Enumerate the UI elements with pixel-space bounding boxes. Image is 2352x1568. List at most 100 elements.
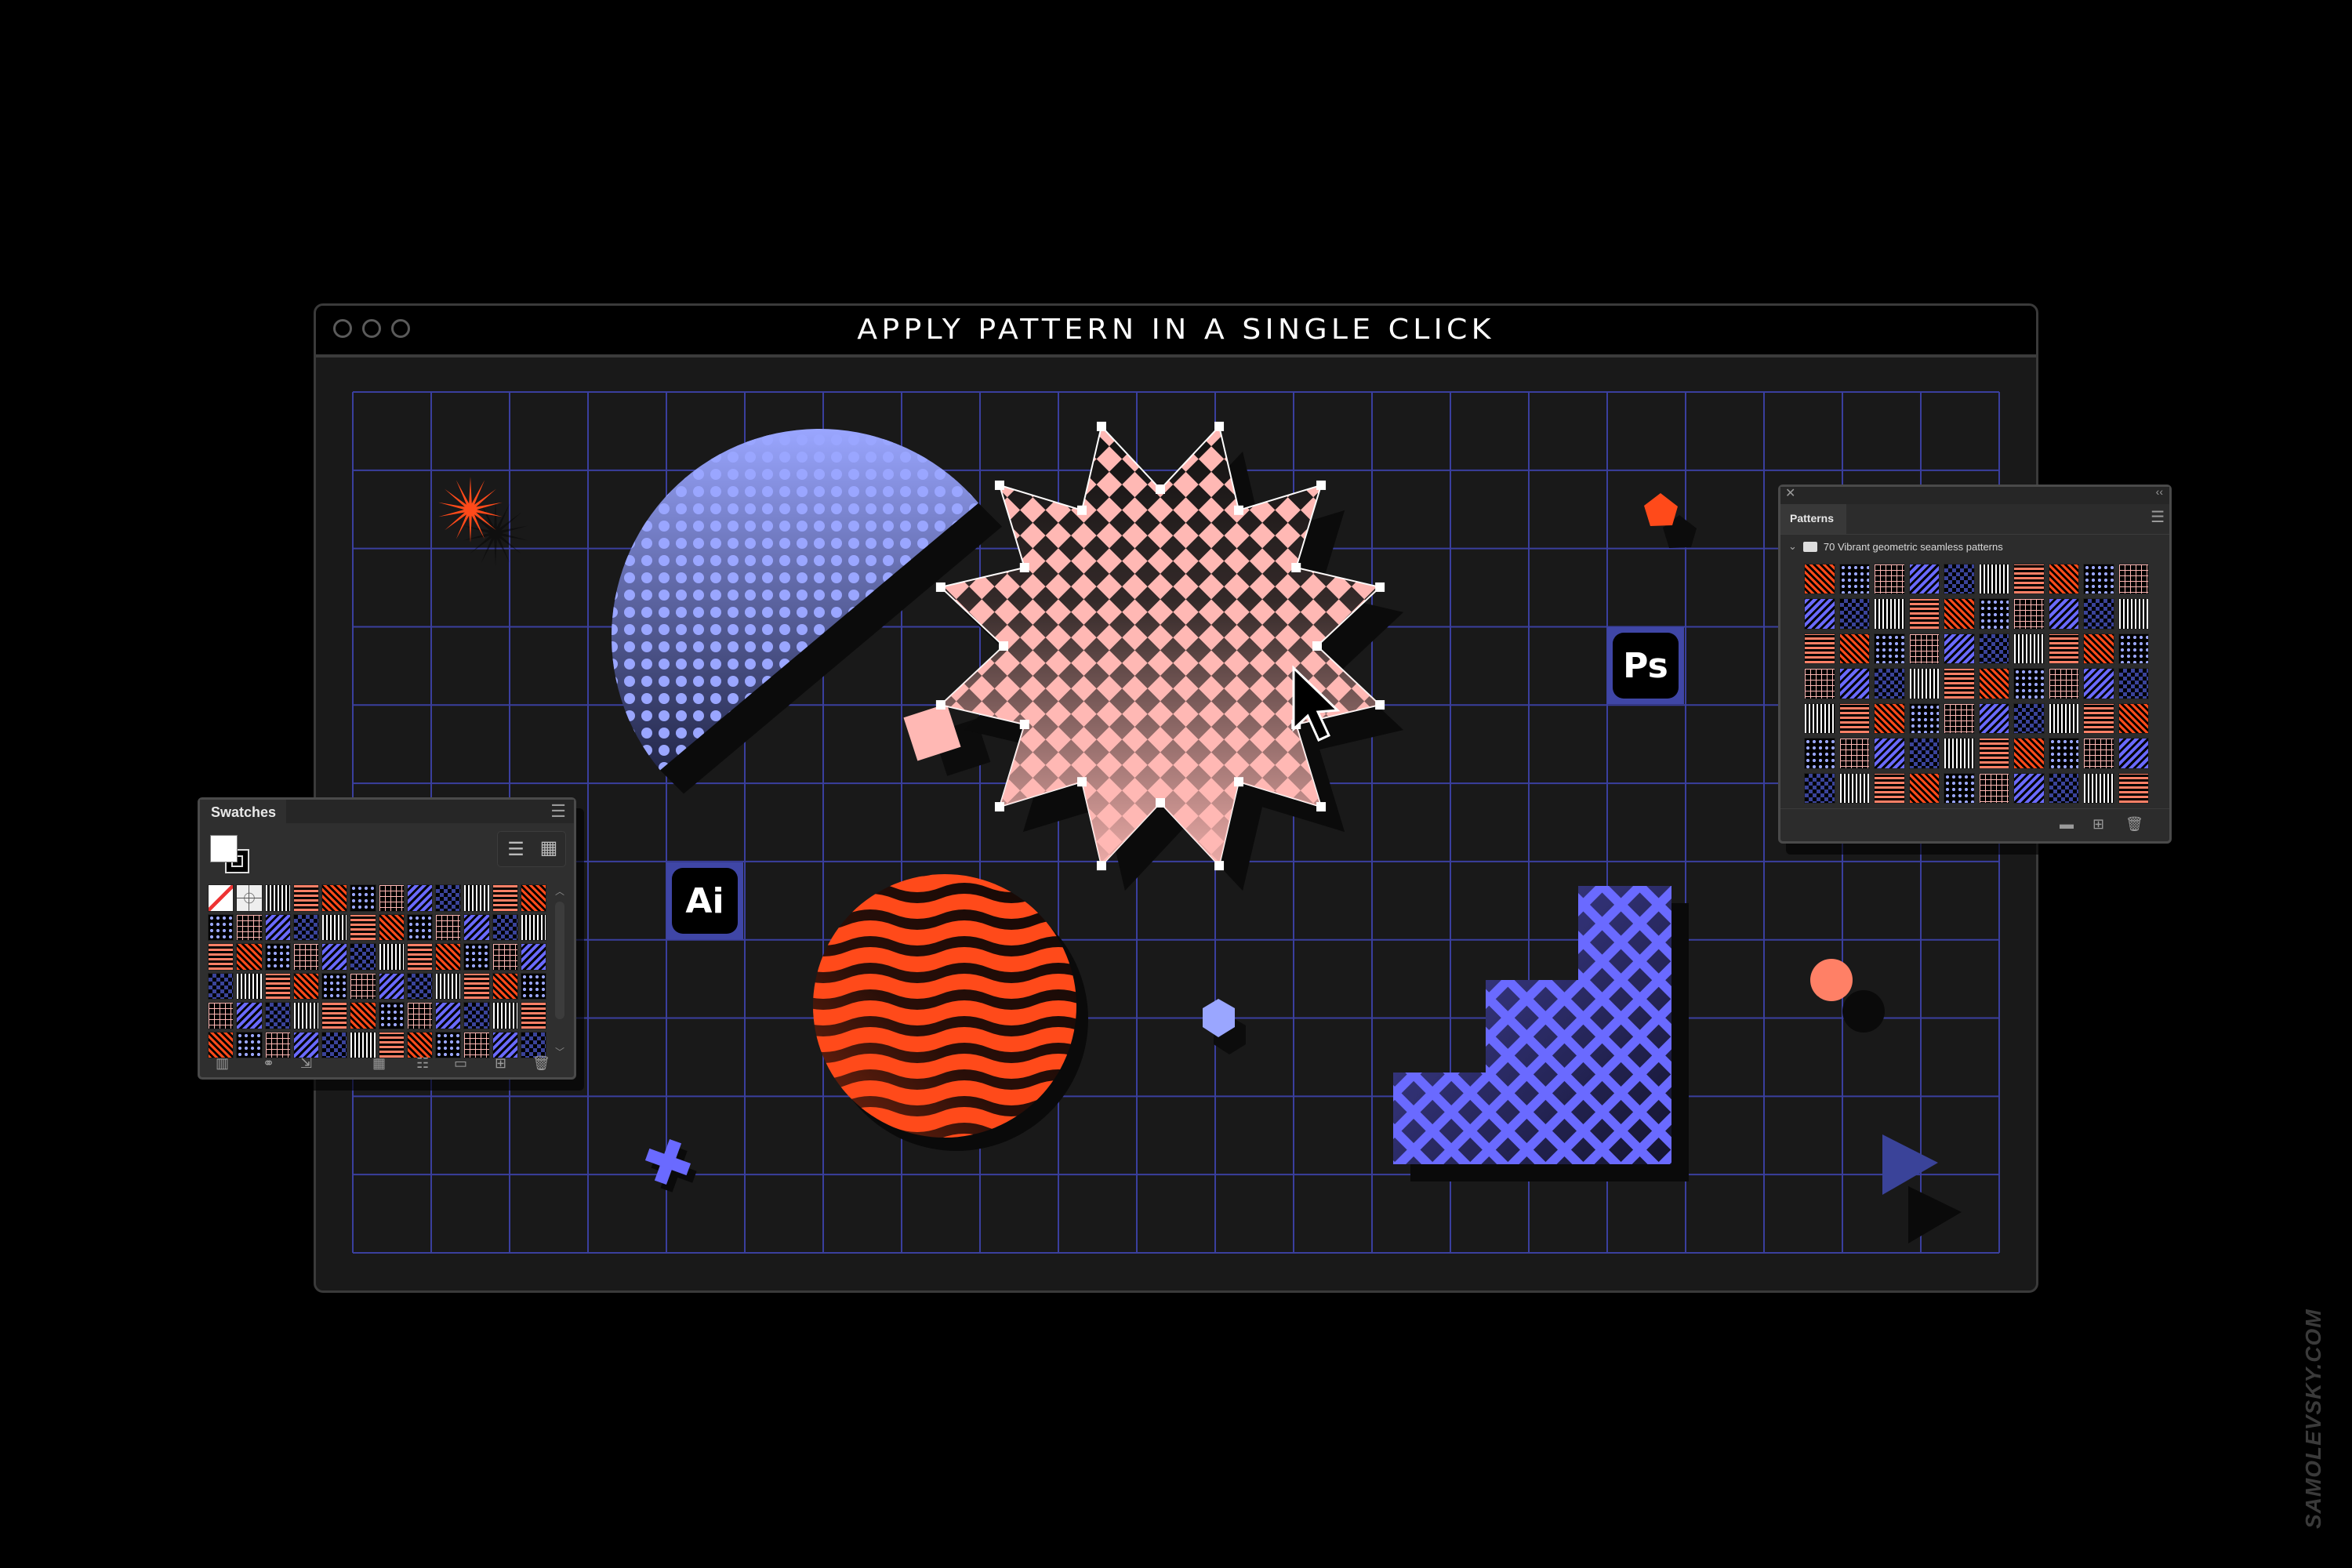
- swatch-tile[interactable]: [378, 1002, 405, 1029]
- swatch-tile[interactable]: [520, 884, 546, 912]
- swatch-tile[interactable]: [350, 1002, 376, 1029]
- swatch-tile[interactable]: [321, 884, 348, 912]
- swatch-tile[interactable]: [406, 943, 433, 971]
- swatch-none[interactable]: [208, 884, 234, 912]
- fill-color-box[interactable]: [210, 835, 238, 862]
- swatch-tile[interactable]: [463, 943, 490, 971]
- swatch-tile[interactable]: [264, 913, 291, 941]
- pattern-tile[interactable]: [2013, 633, 2045, 665]
- swatch-tile[interactable]: [463, 972, 490, 1000]
- swatch-tile[interactable]: [378, 972, 405, 1000]
- pattern-tile[interactable]: [1804, 738, 1835, 769]
- triangle-shape[interactable]: [1882, 1134, 1962, 1243]
- swatch-tile[interactable]: [292, 943, 319, 971]
- pattern-tile[interactable]: [2118, 668, 2149, 699]
- pattern-tile[interactable]: [1838, 738, 1870, 769]
- wave-circle-shape[interactable]: [813, 874, 1088, 1151]
- swatch-options-icon[interactable]: ☷: [416, 1055, 429, 1072]
- swatch-tile[interactable]: [463, 913, 490, 941]
- dot-shape[interactable]: [1810, 959, 1885, 1033]
- pattern-tile[interactable]: [2083, 702, 2114, 735]
- photoshop-badge[interactable]: Ps: [1607, 627, 1684, 704]
- pattern-tile[interactable]: [1874, 633, 1905, 665]
- pattern-tile[interactable]: [2048, 738, 2079, 769]
- pattern-tile[interactable]: [1804, 598, 1835, 630]
- swatch-tile[interactable]: [236, 943, 263, 971]
- anchor-handle[interactable]: [1096, 861, 1106, 871]
- pattern-tile[interactable]: [2048, 772, 2079, 804]
- swatch-tile[interactable]: [406, 1002, 433, 1029]
- panel-menu-icon[interactable]: ☰: [2151, 507, 2165, 527]
- pattern-tile[interactable]: [2118, 702, 2149, 735]
- swatch-tile[interactable]: [406, 884, 433, 912]
- swatch-tile[interactable]: [208, 943, 234, 971]
- swatch-tile[interactable]: [463, 884, 490, 912]
- pattern-tile[interactable]: [2083, 564, 2114, 595]
- pattern-tile[interactable]: [1838, 702, 1870, 735]
- pattern-tile[interactable]: [1838, 633, 1870, 665]
- stairs-shape[interactable]: [1393, 886, 1689, 1181]
- swatch-tile[interactable]: [492, 972, 518, 1000]
- anchor-handle[interactable]: [1316, 480, 1327, 490]
- pattern-tile[interactable]: [2013, 738, 2045, 769]
- pattern-tile[interactable]: [2118, 738, 2149, 769]
- pattern-tile[interactable]: [1978, 598, 2009, 630]
- swatch-tile[interactable]: [435, 972, 462, 1000]
- pattern-tile[interactable]: [1944, 738, 1975, 769]
- swatch-registration[interactable]: [236, 884, 263, 912]
- anchor-handle[interactable]: [1019, 720, 1029, 729]
- pattern-tile[interactable]: [2118, 633, 2149, 665]
- libraries-icon[interactable]: ▥: [216, 1055, 229, 1072]
- swatch-tile[interactable]: [435, 884, 462, 912]
- pattern-tile[interactable]: [2118, 598, 2149, 630]
- new-group-folder-icon[interactable]: ▭: [454, 1055, 467, 1072]
- swatch-tile[interactable]: [264, 972, 291, 1000]
- pattern-tile[interactable]: [1978, 702, 2009, 735]
- pattern-tile[interactable]: [1874, 598, 1905, 630]
- swatch-tile[interactable]: [350, 913, 376, 941]
- cross-shape[interactable]: [640, 1134, 702, 1197]
- pattern-tile[interactable]: [2013, 564, 2045, 595]
- pattern-tile[interactable]: [2013, 668, 2045, 699]
- pattern-tile[interactable]: [1978, 633, 2009, 665]
- pattern-tile[interactable]: [1908, 633, 1940, 665]
- swatches-tab[interactable]: Swatches: [200, 800, 286, 823]
- illustrator-badge[interactable]: Ai: [666, 862, 743, 939]
- pattern-tile[interactable]: [1944, 668, 1975, 699]
- import-icon[interactable]: ⇲: [300, 1055, 312, 1072]
- pattern-tile[interactable]: [1978, 738, 2009, 769]
- swatch-tile[interactable]: [321, 1002, 348, 1029]
- pattern-tile[interactable]: [2013, 772, 2045, 804]
- pattern-tile[interactable]: [1978, 564, 2009, 595]
- anchor-handle[interactable]: [1291, 563, 1301, 572]
- swatch-tile[interactable]: [350, 884, 376, 912]
- pattern-tile[interactable]: [2048, 633, 2079, 665]
- collapse-icon[interactable]: ‹‹: [2156, 485, 2163, 498]
- swatch-tile[interactable]: [292, 913, 319, 941]
- swatch-tile[interactable]: [492, 913, 518, 941]
- pattern-tile[interactable]: [1944, 598, 1975, 630]
- pattern-tile[interactable]: [1874, 738, 1905, 769]
- pattern-tile[interactable]: [1944, 564, 1975, 595]
- swatch-tile[interactable]: [321, 913, 348, 941]
- swatch-tile[interactable]: [492, 1002, 518, 1029]
- swatch-tile[interactable]: [406, 913, 433, 941]
- swatch-tile[interactable]: [292, 1002, 319, 1029]
- swatch-tile[interactable]: [236, 913, 263, 941]
- pattern-tile[interactable]: [1978, 668, 2009, 699]
- pattern-tile[interactable]: [2083, 633, 2114, 665]
- swatch-tile[interactable]: [435, 1002, 462, 1029]
- swatch-tile[interactable]: [520, 913, 546, 941]
- swatch-tile[interactable]: [492, 884, 518, 912]
- swatch-tile[interactable]: [378, 913, 405, 941]
- pattern-tile[interactable]: [2013, 598, 2045, 630]
- swatch-tile[interactable]: [236, 972, 263, 1000]
- pattern-tile[interactable]: [1838, 772, 1870, 804]
- pattern-tile[interactable]: [1838, 564, 1870, 595]
- anchor-handle[interactable]: [1156, 798, 1165, 808]
- chevron-down-icon[interactable]: ⌄: [1788, 540, 1797, 553]
- swatch-tile[interactable]: [292, 972, 319, 1000]
- swatch-tile[interactable]: [321, 943, 348, 971]
- swatch-tile[interactable]: [520, 972, 546, 1000]
- swatch-tile[interactable]: [378, 884, 405, 912]
